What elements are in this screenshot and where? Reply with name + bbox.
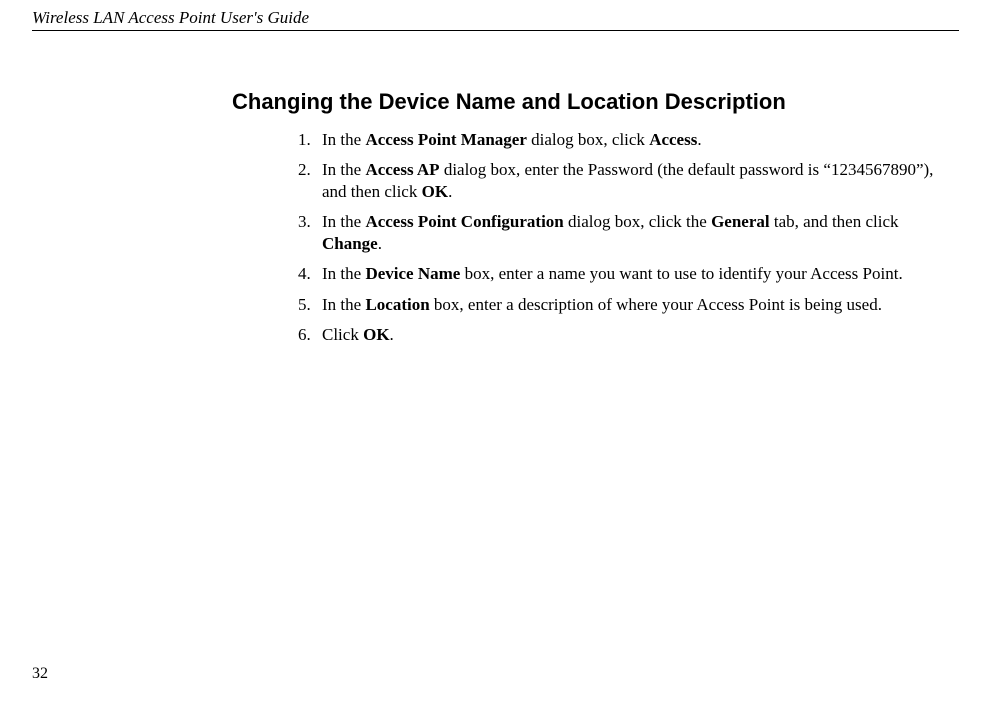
guide-title: Wireless LAN Access Point User's Guide	[0, 0, 991, 30]
step-text: In the Location box, enter a description…	[322, 294, 939, 316]
step-number: 5.	[298, 294, 318, 316]
text-fragment: tab, and then click	[770, 212, 899, 231]
text-fragment: In the	[322, 264, 365, 283]
step-item: 5. In the Location box, enter a descript…	[298, 294, 939, 316]
step-item: 3. In the Access Point Configuration dia…	[298, 211, 939, 255]
page-number: 32	[32, 665, 48, 683]
text-fragment: box, enter a name you want to use to ide…	[460, 264, 902, 283]
bold-term: Location	[365, 295, 429, 314]
bold-term: Access	[649, 130, 697, 149]
page-content: Changing the Device Name and Location De…	[0, 31, 991, 346]
bold-term: Access AP	[365, 160, 439, 179]
bold-term: Access Point Manager	[365, 130, 526, 149]
step-number: 4.	[298, 263, 318, 285]
text-fragment: .	[448, 182, 452, 201]
text-fragment: In the	[322, 212, 365, 231]
text-fragment: In the	[322, 130, 365, 149]
step-text: In the Access AP dialog box, enter the P…	[322, 159, 939, 203]
text-fragment: In the	[322, 295, 365, 314]
step-text: In the Access Point Configuration dialog…	[322, 211, 939, 255]
section-heading: Changing the Device Name and Location De…	[232, 89, 959, 115]
step-text: In the Access Point Manager dialog box, …	[322, 129, 939, 151]
step-number: 1.	[298, 129, 318, 151]
text-fragment: dialog box, click the	[564, 212, 711, 231]
steps-list: 1. In the Access Point Manager dialog bo…	[232, 129, 959, 346]
text-fragment: .	[697, 130, 701, 149]
bold-term: Device Name	[365, 264, 460, 283]
step-item: 1. In the Access Point Manager dialog bo…	[298, 129, 939, 151]
step-text: In the Device Name box, enter a name you…	[322, 263, 939, 285]
text-fragment: .	[390, 325, 394, 344]
text-fragment: box, enter a description of where your A…	[430, 295, 882, 314]
text-fragment: Click	[322, 325, 363, 344]
text-fragment: In the	[322, 160, 365, 179]
step-number: 3.	[298, 211, 318, 255]
step-item: 4. In the Device Name box, enter a name …	[298, 263, 939, 285]
text-fragment: .	[378, 234, 382, 253]
step-item: 2. In the Access AP dialog box, enter th…	[298, 159, 939, 203]
step-number: 2.	[298, 159, 318, 203]
step-item: 6. Click OK.	[298, 324, 939, 346]
bold-term: General	[711, 212, 770, 231]
bold-term: Access Point Configuration	[365, 212, 563, 231]
bold-term: OK	[363, 325, 389, 344]
bold-term: OK	[422, 182, 448, 201]
bold-term: Change	[322, 234, 378, 253]
step-text: Click OK.	[322, 324, 939, 346]
step-number: 6.	[298, 324, 318, 346]
text-fragment: dialog box, click	[527, 130, 649, 149]
